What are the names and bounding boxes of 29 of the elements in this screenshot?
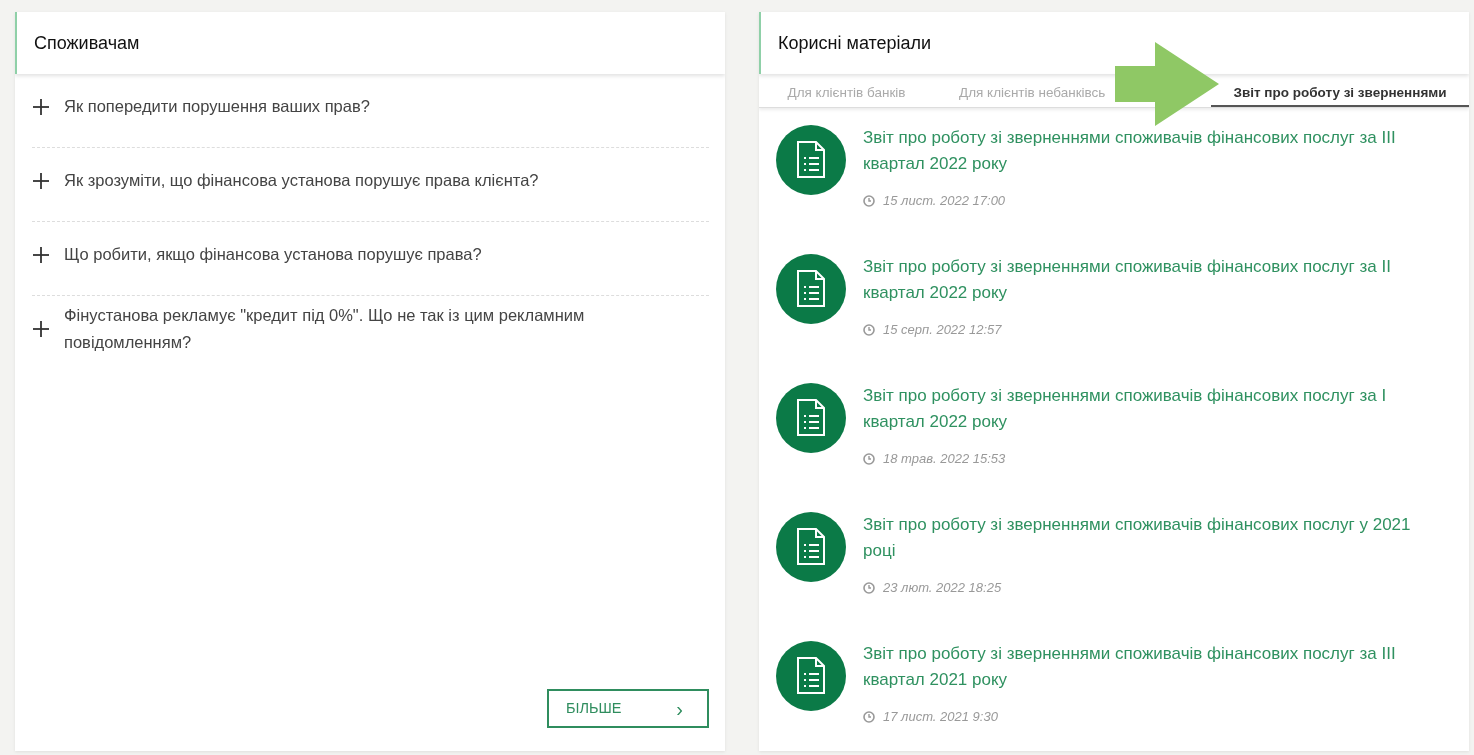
- panel-title: Корисні матеріали: [778, 31, 932, 55]
- date-text: 15 лист. 2022 17:00: [883, 192, 1006, 210]
- report-link[interactable]: Звіт про роботу зі зверненнями споживачів фінансових послуг за I квартал 2022 року: [863, 383, 1443, 435]
- report-link[interactable]: Звіт про роботу зі зверненнями споживачів фінансових послуг за III квартал 2021 року: [863, 641, 1443, 693]
- clock-icon: [863, 452, 875, 465]
- report-link[interactable]: Звіт про роботу зі зверненнями споживачів фінансових послуг за II квартал 2022 року: [863, 254, 1443, 306]
- plus-icon[interactable]: [32, 97, 50, 116]
- date-text: 18 трав. 2022 15:53: [883, 450, 1006, 468]
- more-button[interactable]: БІЛЬШЕ ›: [547, 689, 709, 728]
- report-link[interactable]: Звіт про роботу зі зверненнями споживачів фінансових послуг у 2021 році: [863, 512, 1443, 564]
- plus-icon[interactable]: [32, 171, 50, 190]
- plus-icon[interactable]: [32, 320, 50, 338]
- date-text: 17 лист. 2021 9:30: [883, 708, 998, 726]
- report-link[interactable]: Звіт про роботу зі зверненнями споживачів фінансових послуг за III квартал 2022 року: [863, 125, 1443, 177]
- question-link[interactable]: Фінустанова рекламує "кредит під 0%". Що не так із цим рекламним повідомленням?: [64, 302, 624, 356]
- tab[interactable]: Для клієнтів банків: [759, 74, 934, 107]
- panel-title: Споживачам: [34, 31, 140, 55]
- question-link[interactable]: Що робити, якщо фінансова установа порушує права?: [64, 241, 482, 268]
- plus-icon[interactable]: [32, 245, 50, 264]
- tab[interactable]: Для клієнтів небанківсь: [934, 74, 1211, 107]
- arrow-icon: [1115, 42, 1219, 126]
- clock-icon: [863, 194, 875, 207]
- clock-icon: [863, 710, 875, 723]
- date-text: 23 лют. 2022 18:25: [883, 579, 1002, 597]
- question-link[interactable]: Як зрозуміти, що фінансова установа порушує права клієнта?: [64, 167, 539, 194]
- question-link[interactable]: Як попередити порушення ваших прав?: [64, 93, 370, 120]
- clock-icon: [863, 581, 875, 594]
- date-text: 15 серп. 2022 12:57: [883, 321, 1002, 339]
- clock-icon: [863, 323, 875, 336]
